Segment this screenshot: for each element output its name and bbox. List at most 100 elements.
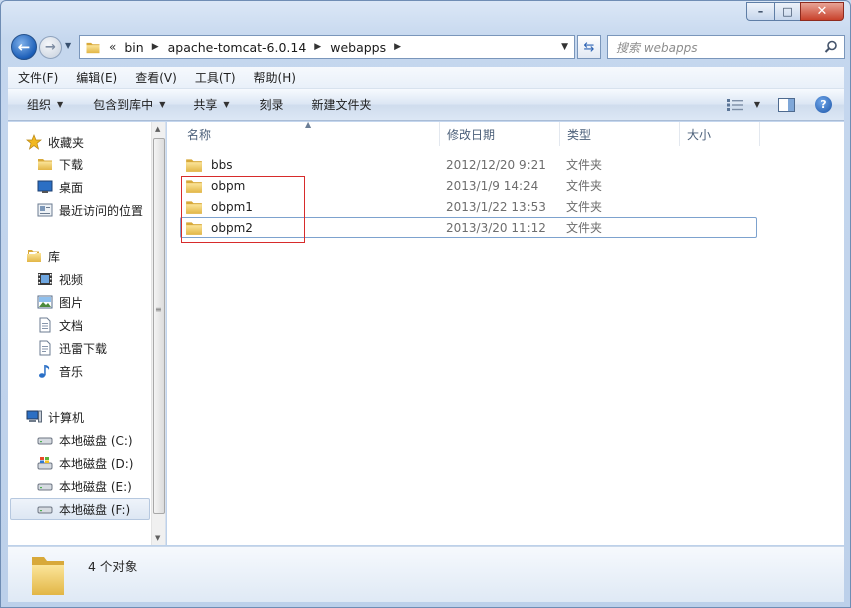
sidebar-item-label: 最近访问的位置 [59, 203, 144, 218]
sidebar-item-thunder-downloads[interactable]: 迅雷下载 [37, 337, 165, 359]
computer-icon [26, 409, 42, 425]
view-options-dropdown-icon[interactable]: ▼ [754, 100, 760, 109]
column-modified[interactable]: 修改日期 [440, 122, 560, 146]
sidebar-item-recent-places[interactable]: 最近访问的位置 [37, 199, 165, 221]
close-button[interactable]: ✕ [800, 2, 844, 21]
include-library-label: 包含到库中 [93, 98, 154, 112]
search-input[interactable]: 搜索 webapps [616, 39, 697, 56]
column-size[interactable]: 大小 [680, 122, 760, 146]
video-icon [37, 271, 53, 287]
file-list: 名称 ▲ 修改日期 类型 大小 bbs 2012/12/20 9:21 文件夹 … [167, 120, 844, 545]
breadcrumb-arrow-icon[interactable]: ▶ [314, 42, 321, 52]
scroll-up-icon[interactable]: ▲ [155, 125, 160, 133]
preview-pane-icon[interactable] [778, 97, 795, 112]
help-icon[interactable]: ? [815, 96, 832, 113]
menu-bar: 文件(F) 编辑(E) 查看(V) 工具(T) 帮助(H) [8, 67, 844, 89]
dropdown-arrow-icon: ▼ [159, 100, 166, 109]
folder-icon [85, 41, 101, 54]
share-button[interactable]: 共享 ▼ [181, 96, 241, 113]
refresh-button[interactable]: ⇆ [577, 35, 601, 59]
minimize-button[interactable]: – [746, 2, 774, 21]
sidebar-item-videos[interactable]: 视频 [37, 268, 165, 290]
forward-arrow-icon: → [45, 40, 56, 55]
sidebar-computer[interactable]: 计算机 [26, 406, 165, 428]
menu-view[interactable]: 查看(V) [124, 69, 184, 86]
file-type: 文件夹 [566, 158, 603, 172]
burn-button[interactable]: 刻录 [248, 96, 296, 113]
sidebar-item-label: 视频 [59, 272, 84, 287]
sidebar-item-downloads[interactable]: 下载 [37, 153, 165, 175]
navigation-pane: 收藏夹 下载 桌面 最近访问的位置 库 视频 图片 文档 迅雷下载 音乐 计算机… [8, 122, 166, 545]
sidebar-item-label: 下载 [59, 157, 84, 172]
folder-icon [32, 557, 64, 595]
picture-icon [37, 294, 53, 310]
sidebar-item-label: 本地磁盘 (D:) [59, 456, 134, 471]
sidebar-computer-label: 计算机 [48, 410, 85, 425]
sidebar-libraries[interactable]: 库 [26, 245, 165, 267]
navigation-pane-scrollbar[interactable]: ▲ ≡ ▼ [151, 122, 165, 545]
scroll-down-icon[interactable]: ▼ [155, 534, 160, 542]
scrollbar-thumb[interactable] [153, 138, 165, 514]
sidebar-item-drive-e[interactable]: 本地磁盘 (E:) [37, 475, 165, 497]
file-type: 文件夹 [566, 221, 603, 235]
organize-button[interactable]: 组织 ▼ [8, 96, 75, 113]
breadcrumb-arrow-icon[interactable]: ▶ [152, 42, 159, 52]
sidebar-item-label: 图片 [59, 295, 84, 310]
breadcrumb-bin[interactable]: bin [124, 40, 143, 55]
title-bar[interactable]: – □ ✕ [1, 1, 850, 29]
dropdown-arrow-icon: ▼ [57, 100, 64, 109]
file-type: 文件夹 [566, 200, 603, 214]
sidebar-item-drive-d[interactable]: 本地磁盘 (D:) [37, 452, 165, 474]
sort-ascending-icon: ▲ [305, 120, 312, 129]
sidebar-libraries-label: 库 [48, 249, 61, 264]
command-bar: 组织 ▼ 包含到库中 ▼ 共享 ▼ 刻录 新建文件夹 ▼ ? [8, 89, 844, 121]
hard-drive-icon [37, 478, 53, 494]
desktop-icon [37, 179, 53, 195]
file-modified: 2012/12/20 9:21 [446, 157, 546, 172]
menu-file[interactable]: 文件(F) [8, 69, 65, 86]
column-type[interactable]: 类型 [560, 122, 680, 146]
breadcrumb-overflow-button[interactable]: « [109, 40, 116, 54]
forward-button[interactable]: → [39, 36, 62, 59]
scrollbar-grip-icon: ≡ [155, 305, 162, 314]
item-count: 4 个对象 [88, 559, 138, 574]
menu-edit[interactable]: 编辑(E) [65, 69, 124, 86]
explorer-window: – □ ✕ ← → ▼ « bin ▶ apache-tomcat-6.0.14… [0, 0, 851, 608]
sidebar-favorites-label: 收藏夹 [48, 135, 85, 150]
star-icon [26, 134, 42, 150]
toolbar-right-group: ▼ ? [726, 96, 832, 113]
back-button[interactable]: ← [11, 34, 37, 60]
include-in-library-button[interactable]: 包含到库中 ▼ [81, 96, 177, 113]
sidebar-item-desktop[interactable]: 桌面 [37, 176, 165, 198]
navigation-bar: ← → ▼ « bin ▶ apache-tomcat-6.0.14 ▶ web… [9, 33, 845, 61]
maximize-button[interactable]: □ [774, 2, 800, 21]
sidebar-item-label: 音乐 [59, 364, 84, 379]
breadcrumb-tomcat[interactable]: apache-tomcat-6.0.14 [168, 40, 307, 55]
sidebar-item-label: 本地磁盘 (E:) [59, 479, 132, 494]
search-icon[interactable] [824, 40, 838, 54]
address-bar[interactable]: « bin ▶ apache-tomcat-6.0.14 ▶ webapps ▶… [79, 35, 575, 59]
sidebar-item-drive-f[interactable]: 本地磁盘 (F:) [10, 498, 150, 520]
breadcrumb-arrow-icon[interactable]: ▶ [394, 42, 401, 52]
file-row[interactable]: bbs 2012/12/20 9:21 文件夹 [180, 154, 757, 175]
menu-help[interactable]: 帮助(H) [243, 69, 303, 86]
sidebar-item-documents[interactable]: 文档 [37, 314, 165, 336]
column-name-label: 名称 [187, 127, 212, 142]
windows-drive-icon [37, 455, 53, 471]
change-view-icon[interactable] [726, 98, 744, 112]
search-box[interactable]: 搜索 webapps [607, 35, 845, 59]
sidebar-favorites[interactable]: 收藏夹 [26, 131, 165, 153]
download-library-icon [37, 340, 53, 356]
recent-pages-dropdown[interactable]: ▼ [65, 41, 71, 50]
column-header-row: 名称 ▲ 修改日期 类型 大小 [167, 120, 844, 146]
new-folder-button[interactable]: 新建文件夹 [300, 96, 384, 113]
file-type: 文件夹 [566, 179, 603, 193]
red-annotation-box [181, 176, 305, 243]
menu-tools[interactable]: 工具(T) [184, 69, 243, 86]
sidebar-item-music[interactable]: 音乐 [37, 360, 165, 382]
breadcrumb-webapps[interactable]: webapps [330, 40, 386, 55]
sidebar-item-drive-c[interactable]: 本地磁盘 (C:) [37, 429, 165, 451]
sidebar-item-pictures[interactable]: 图片 [37, 291, 165, 313]
address-dropdown-icon[interactable]: ▼ [561, 42, 568, 52]
sidebar-item-label: 迅雷下载 [59, 341, 108, 356]
